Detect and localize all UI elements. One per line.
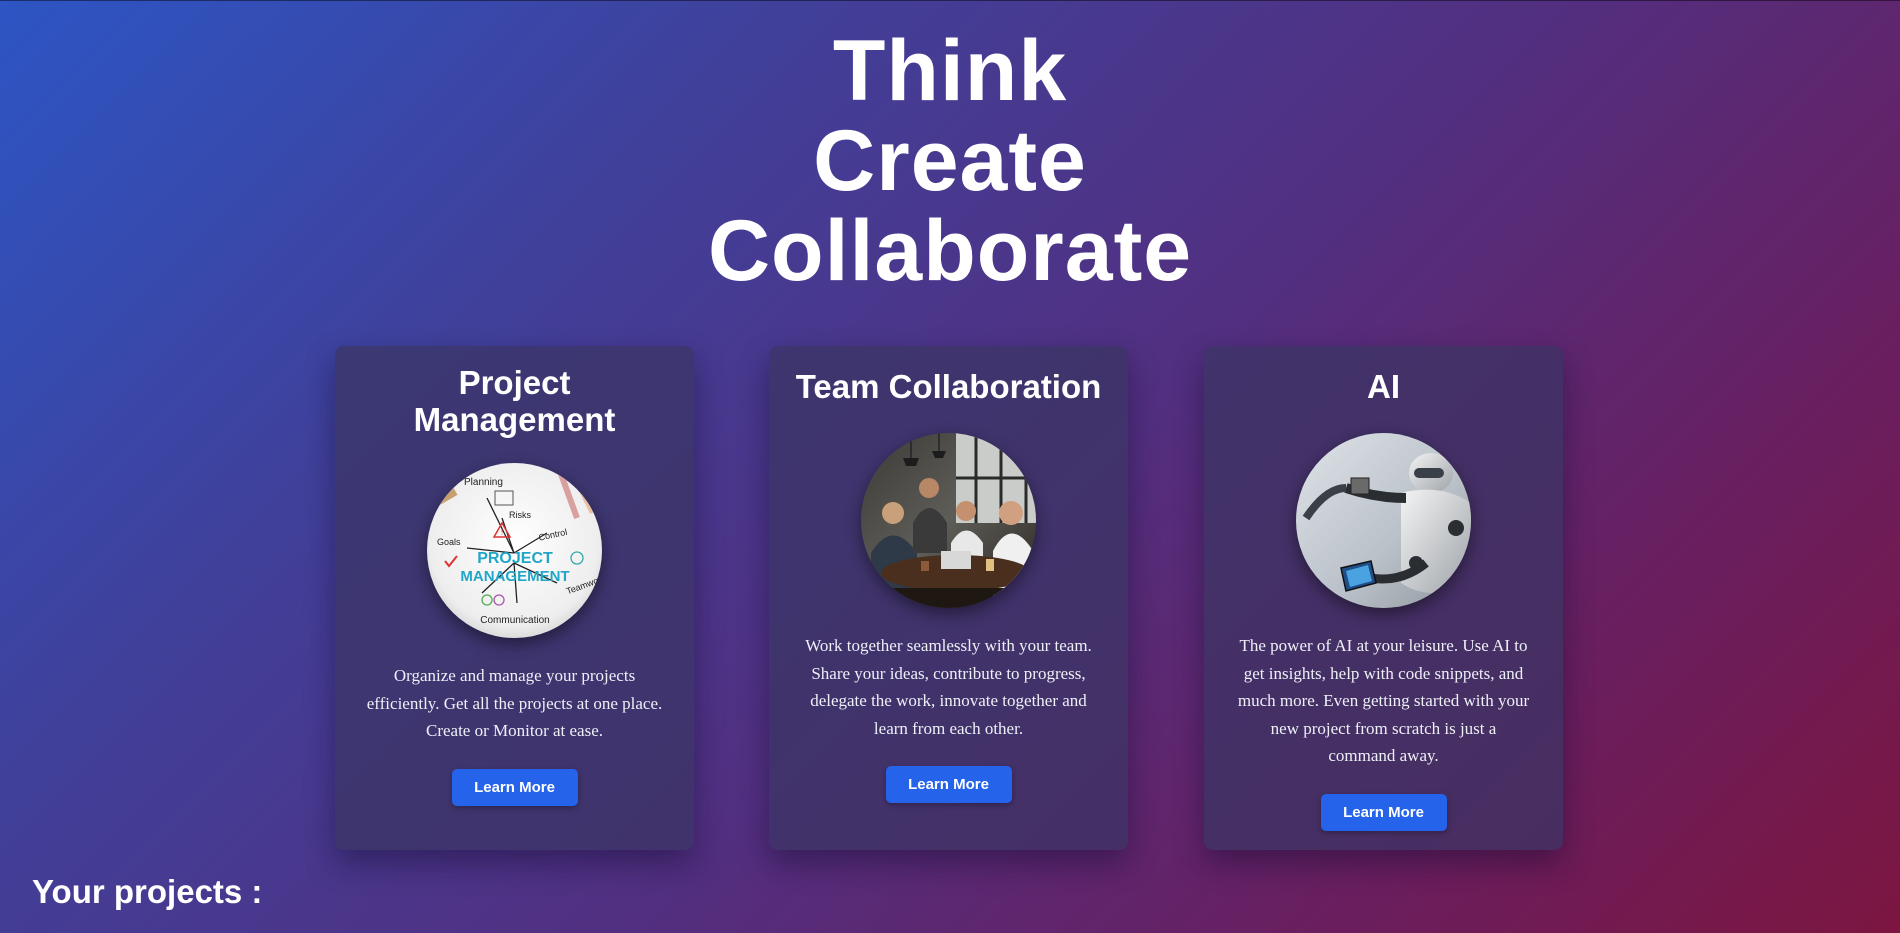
learn-more-button-team-collaboration[interactable]: Learn More [885, 766, 1012, 803]
your-projects-heading: Your projects : [32, 873, 263, 910]
project-management-image: Planning Risks Goals Control PROJECT MAN… [427, 463, 602, 638]
card-title-ai: AI [1367, 368, 1400, 405]
card-description-project-management: Organize and manage your projects effici… [366, 666, 663, 740]
pm-label-co: Co [577, 617, 589, 627]
team-meeting-photo-icon [861, 433, 1036, 608]
pm-label-management: MANAGEMENT [460, 568, 569, 585]
hero-line-collaborate: Collaborate [707, 203, 1193, 299]
hero-heading: Think Create Collaborate [0, 26, 1900, 296]
hero-line-create: Create [813, 113, 1087, 209]
top-border [0, 0, 1900, 1]
robot-photo-icon [1296, 433, 1471, 608]
hero-line-think: Think [832, 23, 1068, 119]
ai-robot-image [1296, 433, 1471, 608]
team-collaboration-image [861, 433, 1036, 608]
card-title-team-collaboration: Team Collaboration [795, 368, 1102, 405]
pm-label-project: PROJECT [477, 550, 553, 567]
project-management-illustration-icon: Planning Risks Goals Control PROJECT MAN… [427, 463, 602, 638]
card-description-team-collaboration: Work together seamlessly with your team.… [805, 636, 1092, 738]
learn-more-button-ai[interactable]: Learn More [1320, 793, 1447, 831]
pm-label-risks: Risks [509, 510, 531, 520]
card-team-collaboration: Team Collaboration Work together seamles… [769, 346, 1128, 850]
card-title-project-management: Project Management [413, 364, 616, 438]
learn-more-button-project-management[interactable]: Learn More [451, 768, 578, 806]
pm-label-goals: Goals [437, 537, 461, 547]
pm-label-planning: Planning [464, 477, 503, 488]
svg-text:!: ! [501, 528, 503, 537]
card-project-management: Project Management Planning Risks Goals … [335, 346, 694, 850]
card-description-ai: The power of AI at your leisure. Use AI … [1237, 636, 1530, 765]
card-ai: AI The power of AI at your leisure. Use … [1204, 346, 1563, 850]
pm-label-communication: Communication [480, 615, 549, 626]
